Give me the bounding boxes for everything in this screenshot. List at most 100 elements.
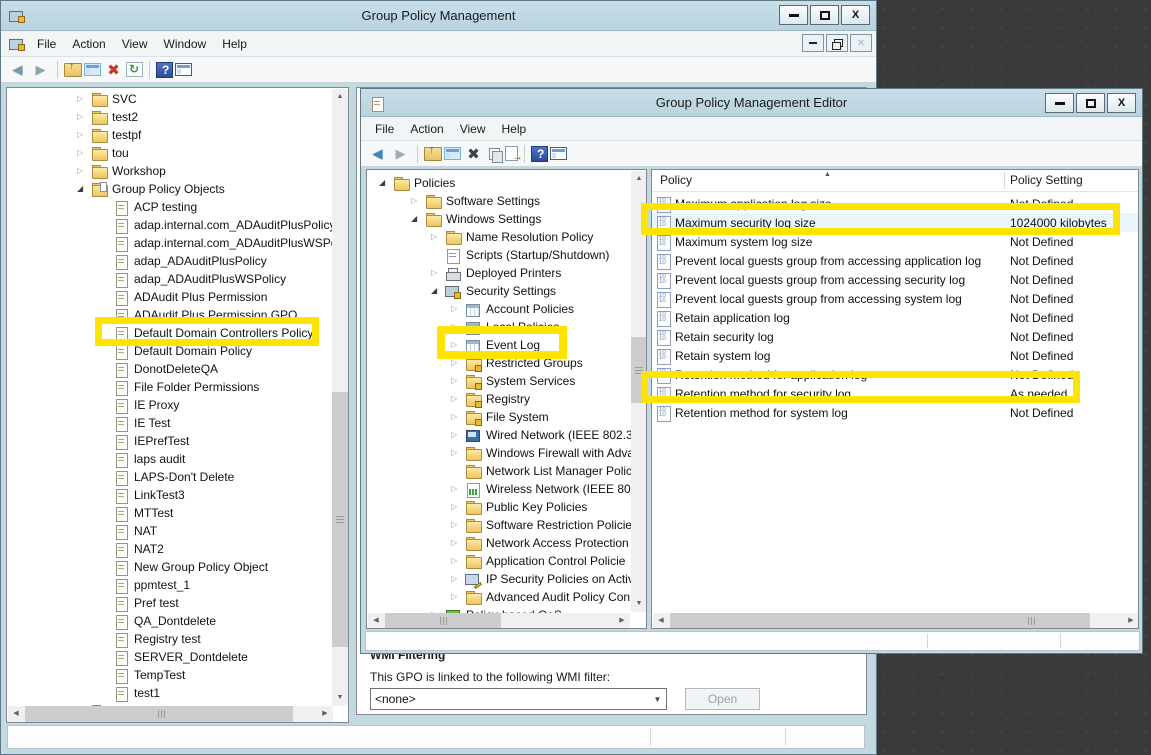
scroll-up-icon[interactable]: ▲ (631, 171, 647, 187)
expand-arrow-icon[interactable]: ▷ (451, 390, 465, 408)
tree-item[interactable]: MTTest (7, 504, 348, 522)
scrollbar-thumb[interactable] (670, 613, 1090, 629)
scroll-right-icon[interactable]: ▶ (614, 613, 630, 629)
export-up-icon[interactable] (424, 147, 442, 161)
maximize-button[interactable] (1076, 93, 1105, 113)
tree-item[interactable]: ▷ tou (7, 144, 348, 162)
tree-item[interactable]: ▷ IP Security Policies on Activ (367, 570, 646, 588)
back-icon[interactable] (367, 144, 388, 164)
minimize-button[interactable] (779, 5, 808, 25)
tree-item[interactable]: QA_Dontdelete (7, 612, 348, 630)
policy-row[interactable]: Maximum system log size Not Defined (652, 232, 1138, 251)
help-icon[interactable] (531, 146, 548, 162)
tree-item[interactable]: ACP testing (7, 198, 348, 216)
tree-item[interactable]: ▷ test2 (7, 108, 348, 126)
editor-titlebar[interactable]: Group Policy Management Editor X (361, 89, 1142, 117)
menu-view[interactable]: View (114, 34, 156, 54)
tree-item[interactable]: laps audit (7, 450, 348, 468)
expand-arrow-icon[interactable]: ▷ (451, 534, 465, 552)
open-button[interactable]: Open (685, 688, 760, 710)
tree-item[interactable]: ppmtest_1 (7, 576, 348, 594)
expand-arrow-icon[interactable]: ▷ (451, 588, 465, 606)
scroll-down-icon[interactable]: ▼ (631, 596, 647, 612)
tree-item[interactable]: ▷ System Services (367, 372, 646, 390)
gpm-tree-vscrollbar[interactable]: ▲ ▼ (332, 89, 348, 706)
gpm-titlebar[interactable]: Group Policy Management X (1, 1, 876, 31)
tree-item[interactable]: ▷ Wired Network (IEEE 802.3) (367, 426, 646, 444)
tree-item[interactable]: ▷ Local Policies (367, 318, 646, 336)
expand-arrow-icon[interactable]: ▷ (451, 336, 465, 354)
tree-item[interactable]: LinkTest3 (7, 486, 348, 504)
policy-row[interactable]: Retention method for application log Not… (652, 365, 1138, 384)
tree-item[interactable]: ▷ SVC (7, 90, 348, 108)
expand-arrow-icon[interactable]: ▷ (451, 318, 465, 336)
expand-arrow-icon[interactable]: ▷ (451, 480, 465, 498)
scroll-up-icon[interactable]: ▲ (332, 89, 348, 105)
scroll-right-icon[interactable]: ▶ (1123, 613, 1139, 629)
forward-icon[interactable] (390, 144, 411, 164)
close-button[interactable]: X (1107, 93, 1136, 113)
scrollbar-thumb[interactable] (332, 392, 348, 647)
editor-tree-hscrollbar[interactable]: ◀ ▶ (368, 613, 630, 629)
export-up-icon[interactable] (64, 63, 82, 77)
mdi-restore-button[interactable] (826, 34, 848, 52)
tree-item[interactable]: ▷ Software Restriction Policie (367, 516, 646, 534)
scroll-left-icon[interactable]: ◀ (653, 613, 669, 629)
expand-arrow-icon[interactable]: ▷ (451, 408, 465, 426)
expand-arrow-icon[interactable]: ▷ (77, 162, 91, 180)
expand-arrow-icon[interactable]: ▷ (431, 264, 445, 282)
scrollbar-thumb[interactable] (25, 706, 293, 722)
tree-item[interactable]: Default Domain Policy (7, 342, 348, 360)
properties-icon[interactable] (486, 146, 503, 161)
expand-arrow-icon[interactable]: ▷ (451, 372, 465, 390)
tree-item[interactable]: LAPS-Don't Delete (7, 468, 348, 486)
mdi-close-button[interactable]: ✕ (850, 34, 872, 52)
expand-arrow-icon[interactable]: ◢ (77, 180, 91, 198)
tree-item[interactable]: IEPrefTest (7, 432, 348, 450)
expand-arrow-icon[interactable]: ◢ (379, 174, 393, 192)
gpm-tree-hscrollbar[interactable]: ◀ ▶ (8, 706, 333, 722)
tree-item[interactable]: File Folder Permissions (7, 378, 348, 396)
expand-arrow-icon[interactable]: ▷ (451, 552, 465, 570)
expand-arrow-icon[interactable]: ▷ (451, 426, 465, 444)
tree-item[interactable]: Network List Manager Polic (367, 462, 646, 480)
maximize-button[interactable] (810, 5, 839, 25)
tree-item[interactable]: Pref test (7, 594, 348, 612)
refresh-icon[interactable] (126, 62, 143, 77)
policy-row[interactable]: Prevent local guests group from accessin… (652, 270, 1138, 289)
tree-item[interactable]: ▷ Restricted Groups (367, 354, 646, 372)
scroll-right-icon[interactable]: ▶ (317, 706, 333, 722)
expand-arrow-icon[interactable]: ◢ (411, 210, 425, 228)
tree-item[interactable]: TempTest (7, 666, 348, 684)
chevron-down-icon[interactable]: ▼ (649, 695, 666, 704)
help-icon[interactable] (156, 62, 173, 78)
expand-arrow-icon[interactable]: ▷ (451, 354, 465, 372)
back-icon[interactable] (7, 60, 28, 80)
tree-item[interactable]: ▷ Wireless Network (IEEE 802. (367, 480, 646, 498)
close-button[interactable]: X (841, 5, 870, 25)
menu-view[interactable]: View (452, 119, 494, 139)
tree-item[interactable]: ◢ Windows Settings (367, 210, 646, 228)
console-window-icon[interactable] (550, 147, 567, 160)
show-console-tree-icon[interactable] (84, 63, 101, 76)
tree-item[interactable]: test1 (7, 684, 348, 702)
tree-item[interactable]: adap_ADAuditPlusWSPolicy (7, 270, 348, 288)
tree-item[interactable]: IE Proxy (7, 396, 348, 414)
tree-item[interactable]: ▷ Registry (367, 390, 646, 408)
tree-item[interactable]: ▷ Event Log (367, 336, 646, 354)
mdi-minimize-button[interactable] (802, 34, 824, 52)
tree-item[interactable]: ▷ testpf (7, 126, 348, 144)
tree-item[interactable]: adap.internal.com_ADAuditPlusPolicy (7, 216, 348, 234)
policy-row[interactable]: Retention method for security log As nee… (652, 384, 1138, 403)
expand-arrow-icon[interactable]: ▷ (431, 228, 445, 246)
tree-item[interactable]: Default Domain Controllers Policy (7, 324, 348, 342)
expand-arrow-icon[interactable]: ▷ (451, 300, 465, 318)
editor-list-hscrollbar[interactable]: ◀ ▶ (653, 613, 1139, 629)
scrollbar-thumb[interactable] (631, 337, 647, 403)
tree-item[interactable]: ▷ Network Access Protection (367, 534, 646, 552)
expand-arrow-icon[interactable]: ▷ (451, 516, 465, 534)
scrollbar-thumb[interactable] (385, 613, 501, 629)
menu-action[interactable]: Action (402, 119, 451, 139)
menu-window[interactable]: Window (156, 34, 215, 54)
policy-row[interactable]: Retain security log Not Defined (652, 327, 1138, 346)
